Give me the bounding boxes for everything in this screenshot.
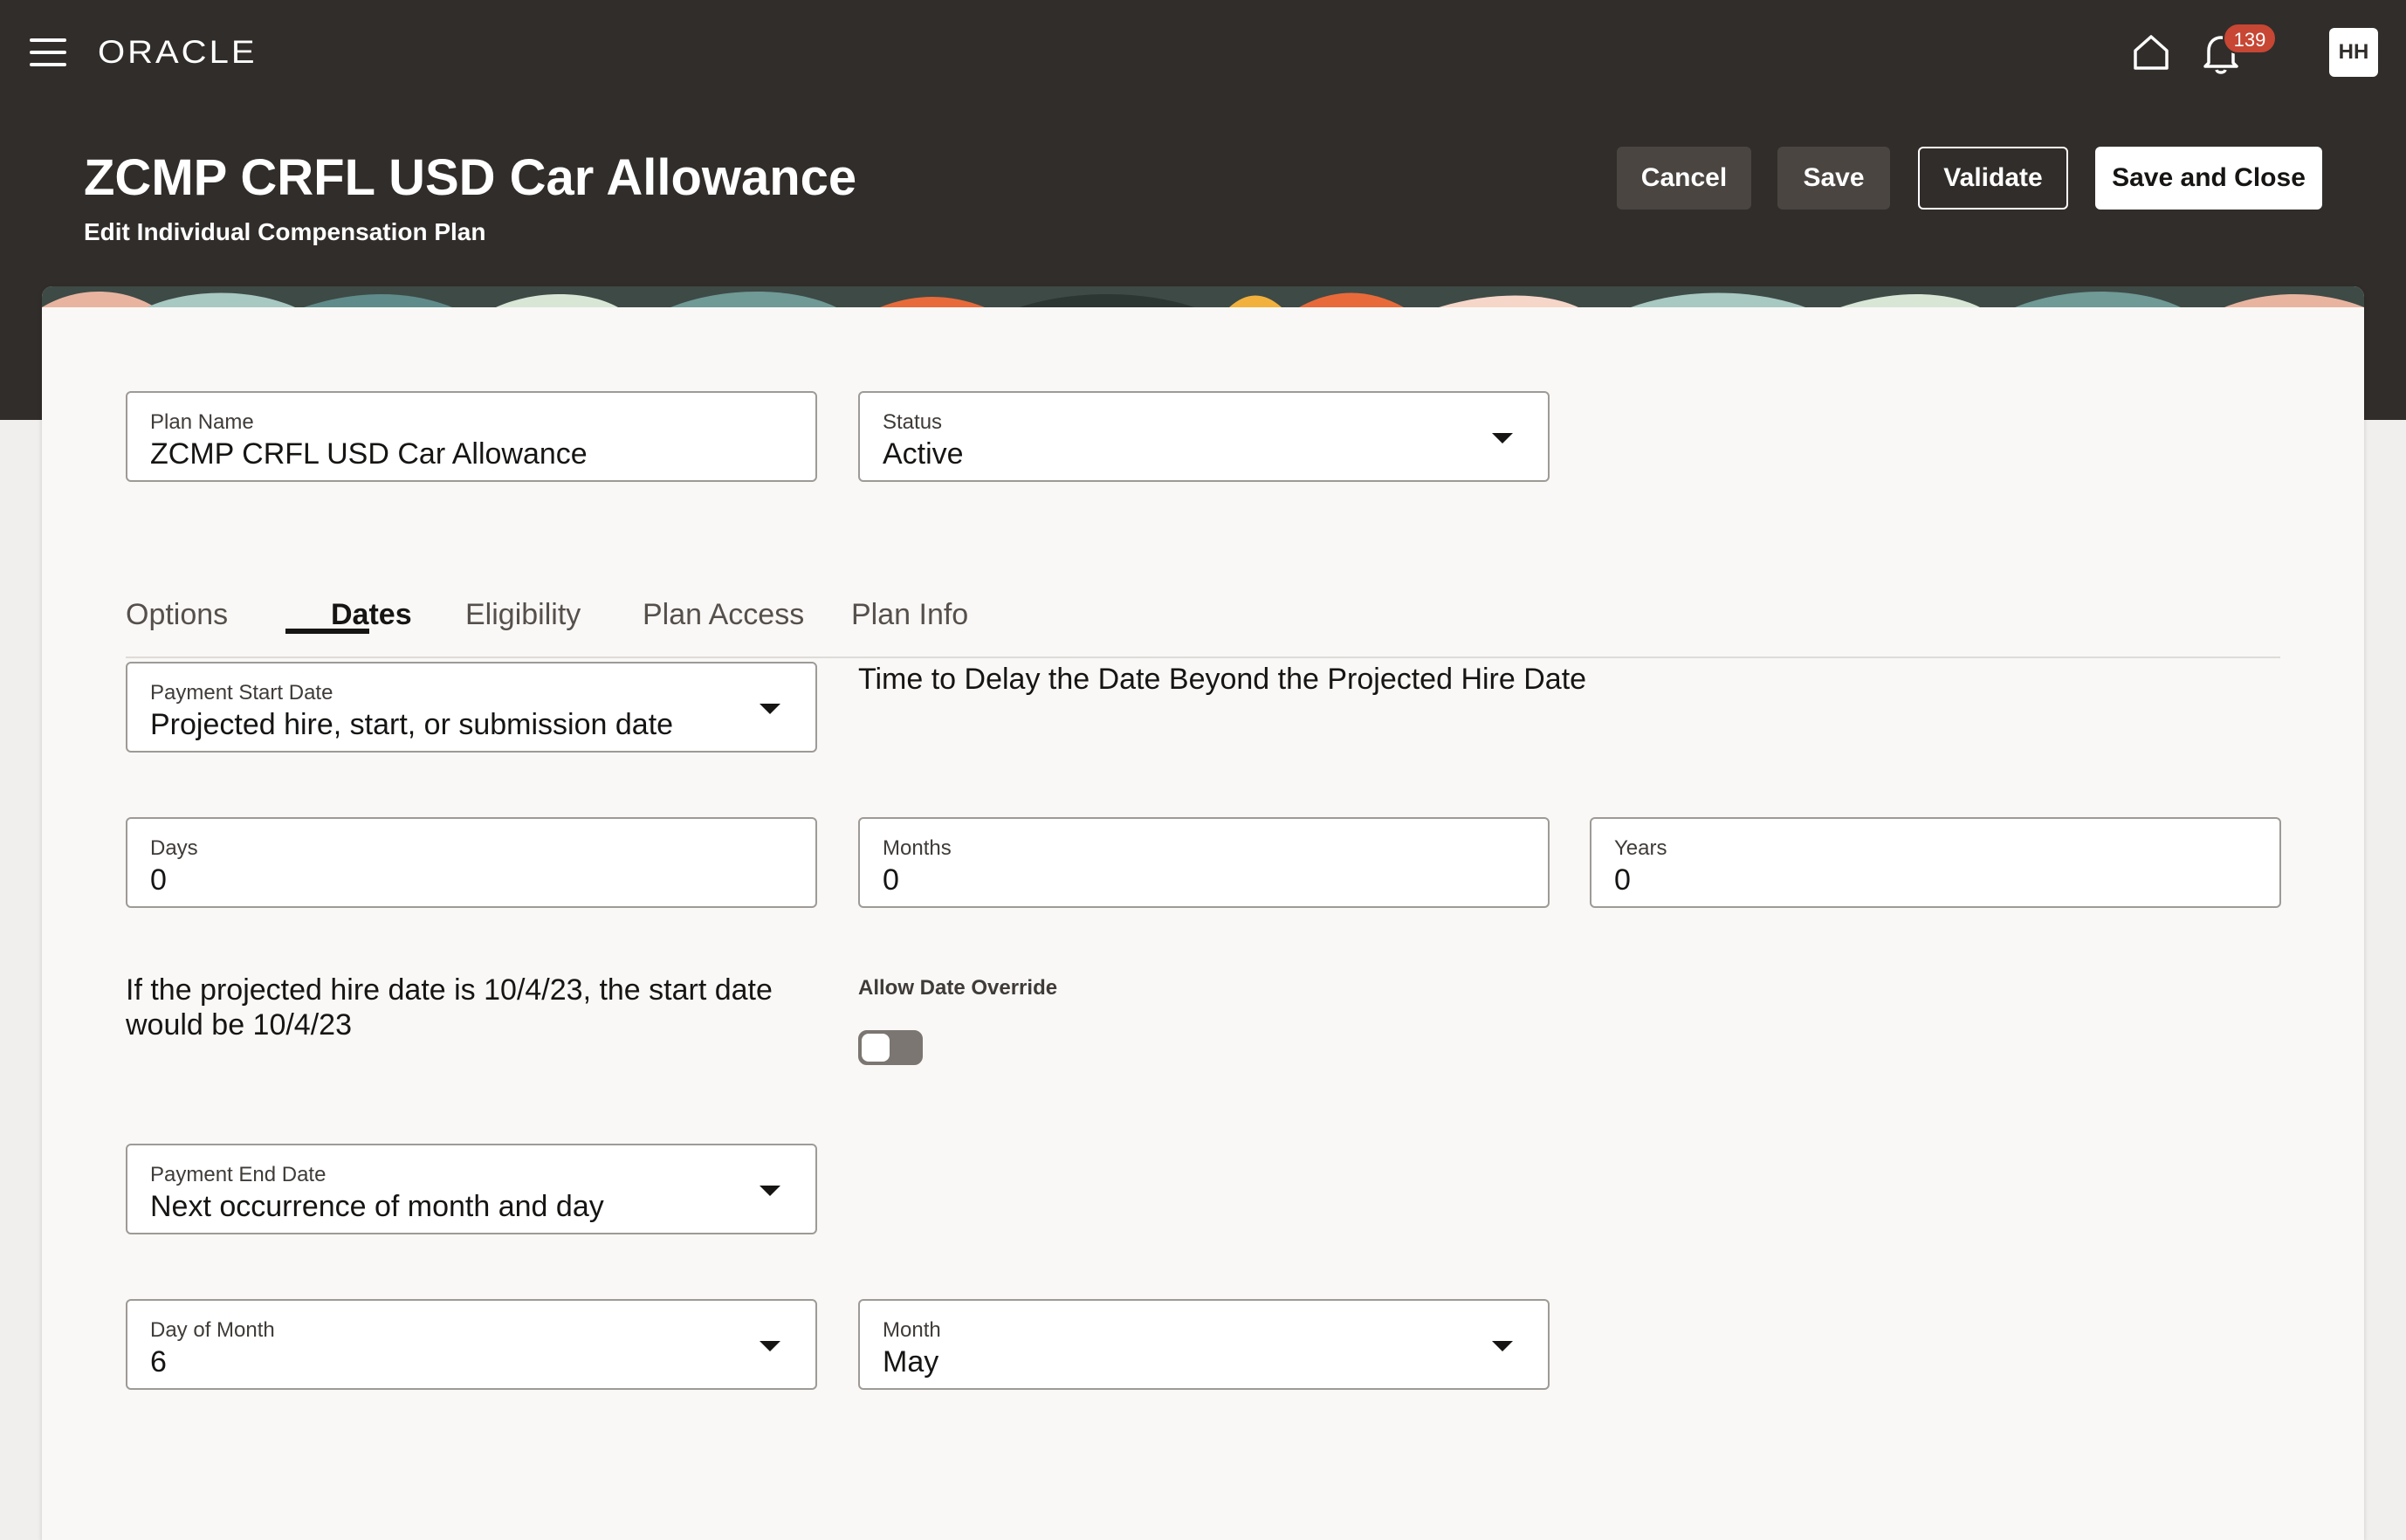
months-value: 0 [883,863,899,897]
day-of-month-select[interactable]: Day of Month 6 [126,1299,817,1390]
delay-heading: Time to Delay the Date Beyond the Projec… [858,663,1587,696]
active-tab-indicator [285,629,369,634]
day-of-month-value: 6 [150,1345,167,1378]
payment-start-date-select[interactable]: Payment Start Date Projected hire, start… [126,662,817,753]
tab-options[interactable]: Options [126,571,228,658]
chevron-down-icon [760,704,780,714]
plan-name-label: Plan Name [150,410,254,434]
menu-icon[interactable] [30,38,66,66]
tab-plan-info[interactable]: Plan Info [851,571,968,658]
cancel-button[interactable]: Cancel [1617,147,1751,210]
status-value: Active [883,437,964,471]
plan-name-value: ZCMP CRFL USD Car Allowance [150,437,588,471]
days-value: 0 [150,863,167,897]
start-date-hint: If the projected hire date is 10/4/23, t… [126,973,773,1042]
global-header: ORACLE 139 HH [0,0,2406,105]
day-of-month-label: Day of Month [150,1318,275,1342]
status-select[interactable]: Status Active [858,391,1550,482]
payment-end-date-label: Payment End Date [150,1163,327,1186]
payment-end-date-value: Next occurrence of month and day [150,1190,604,1223]
month-label: Month [883,1318,941,1342]
days-label: Days [150,836,198,860]
chevron-down-icon [760,1341,780,1351]
plan-name-field[interactable]: Plan Name ZCMP CRFL USD Car Allowance [126,391,817,482]
payment-start-date-value: Projected hire, start, or submission dat… [150,708,674,741]
month-select[interactable]: Month May [858,1299,1550,1390]
page-subtitle: Edit Individual Compensation Plan [84,218,486,245]
plan-card: Plan Name ZCMP CRFL USD Car Allowance St… [42,286,2364,1540]
years-field[interactable]: Years 0 [1590,817,2281,908]
decorative-banner [42,286,2364,307]
validate-button[interactable]: Validate [1918,147,2068,210]
years-label: Years [1614,836,1667,860]
toggle-knob [862,1034,890,1062]
months-field[interactable]: Months 0 [858,817,1550,908]
tab-dates[interactable]: Dates [331,571,412,658]
tab-plan-access[interactable]: Plan Access [643,571,804,658]
notification-badge: 139 [2223,23,2277,54]
month-value: May [883,1345,939,1378]
days-field[interactable]: Days 0 [126,817,817,908]
payment-start-date-label: Payment Start Date [150,681,333,705]
save-button[interactable]: Save [1777,147,1890,210]
allow-date-override-toggle[interactable] [858,1030,923,1065]
tab-eligibility[interactable]: Eligibility [465,571,581,658]
home-icon[interactable] [2130,31,2172,73]
years-value: 0 [1614,863,1631,897]
chevron-down-icon [1492,1341,1513,1351]
payment-end-date-select[interactable]: Payment End Date Next occurrence of mont… [126,1144,817,1234]
allow-date-override-label: Allow Date Override [858,976,1058,1000]
save-and-close-button[interactable]: Save and Close [2095,147,2322,210]
page-title: ZCMP CRFL USD Car Allowance [84,149,857,206]
plan-tabs: Options Dates Eligibility Plan Access Pl… [126,571,2280,658]
months-label: Months [883,836,952,860]
chevron-down-icon [760,1186,780,1196]
status-label: Status [883,410,943,434]
brand-logo[interactable]: ORACLE [98,31,258,73]
avatar[interactable]: HH [2329,28,2378,77]
chevron-down-icon [1492,433,1513,443]
